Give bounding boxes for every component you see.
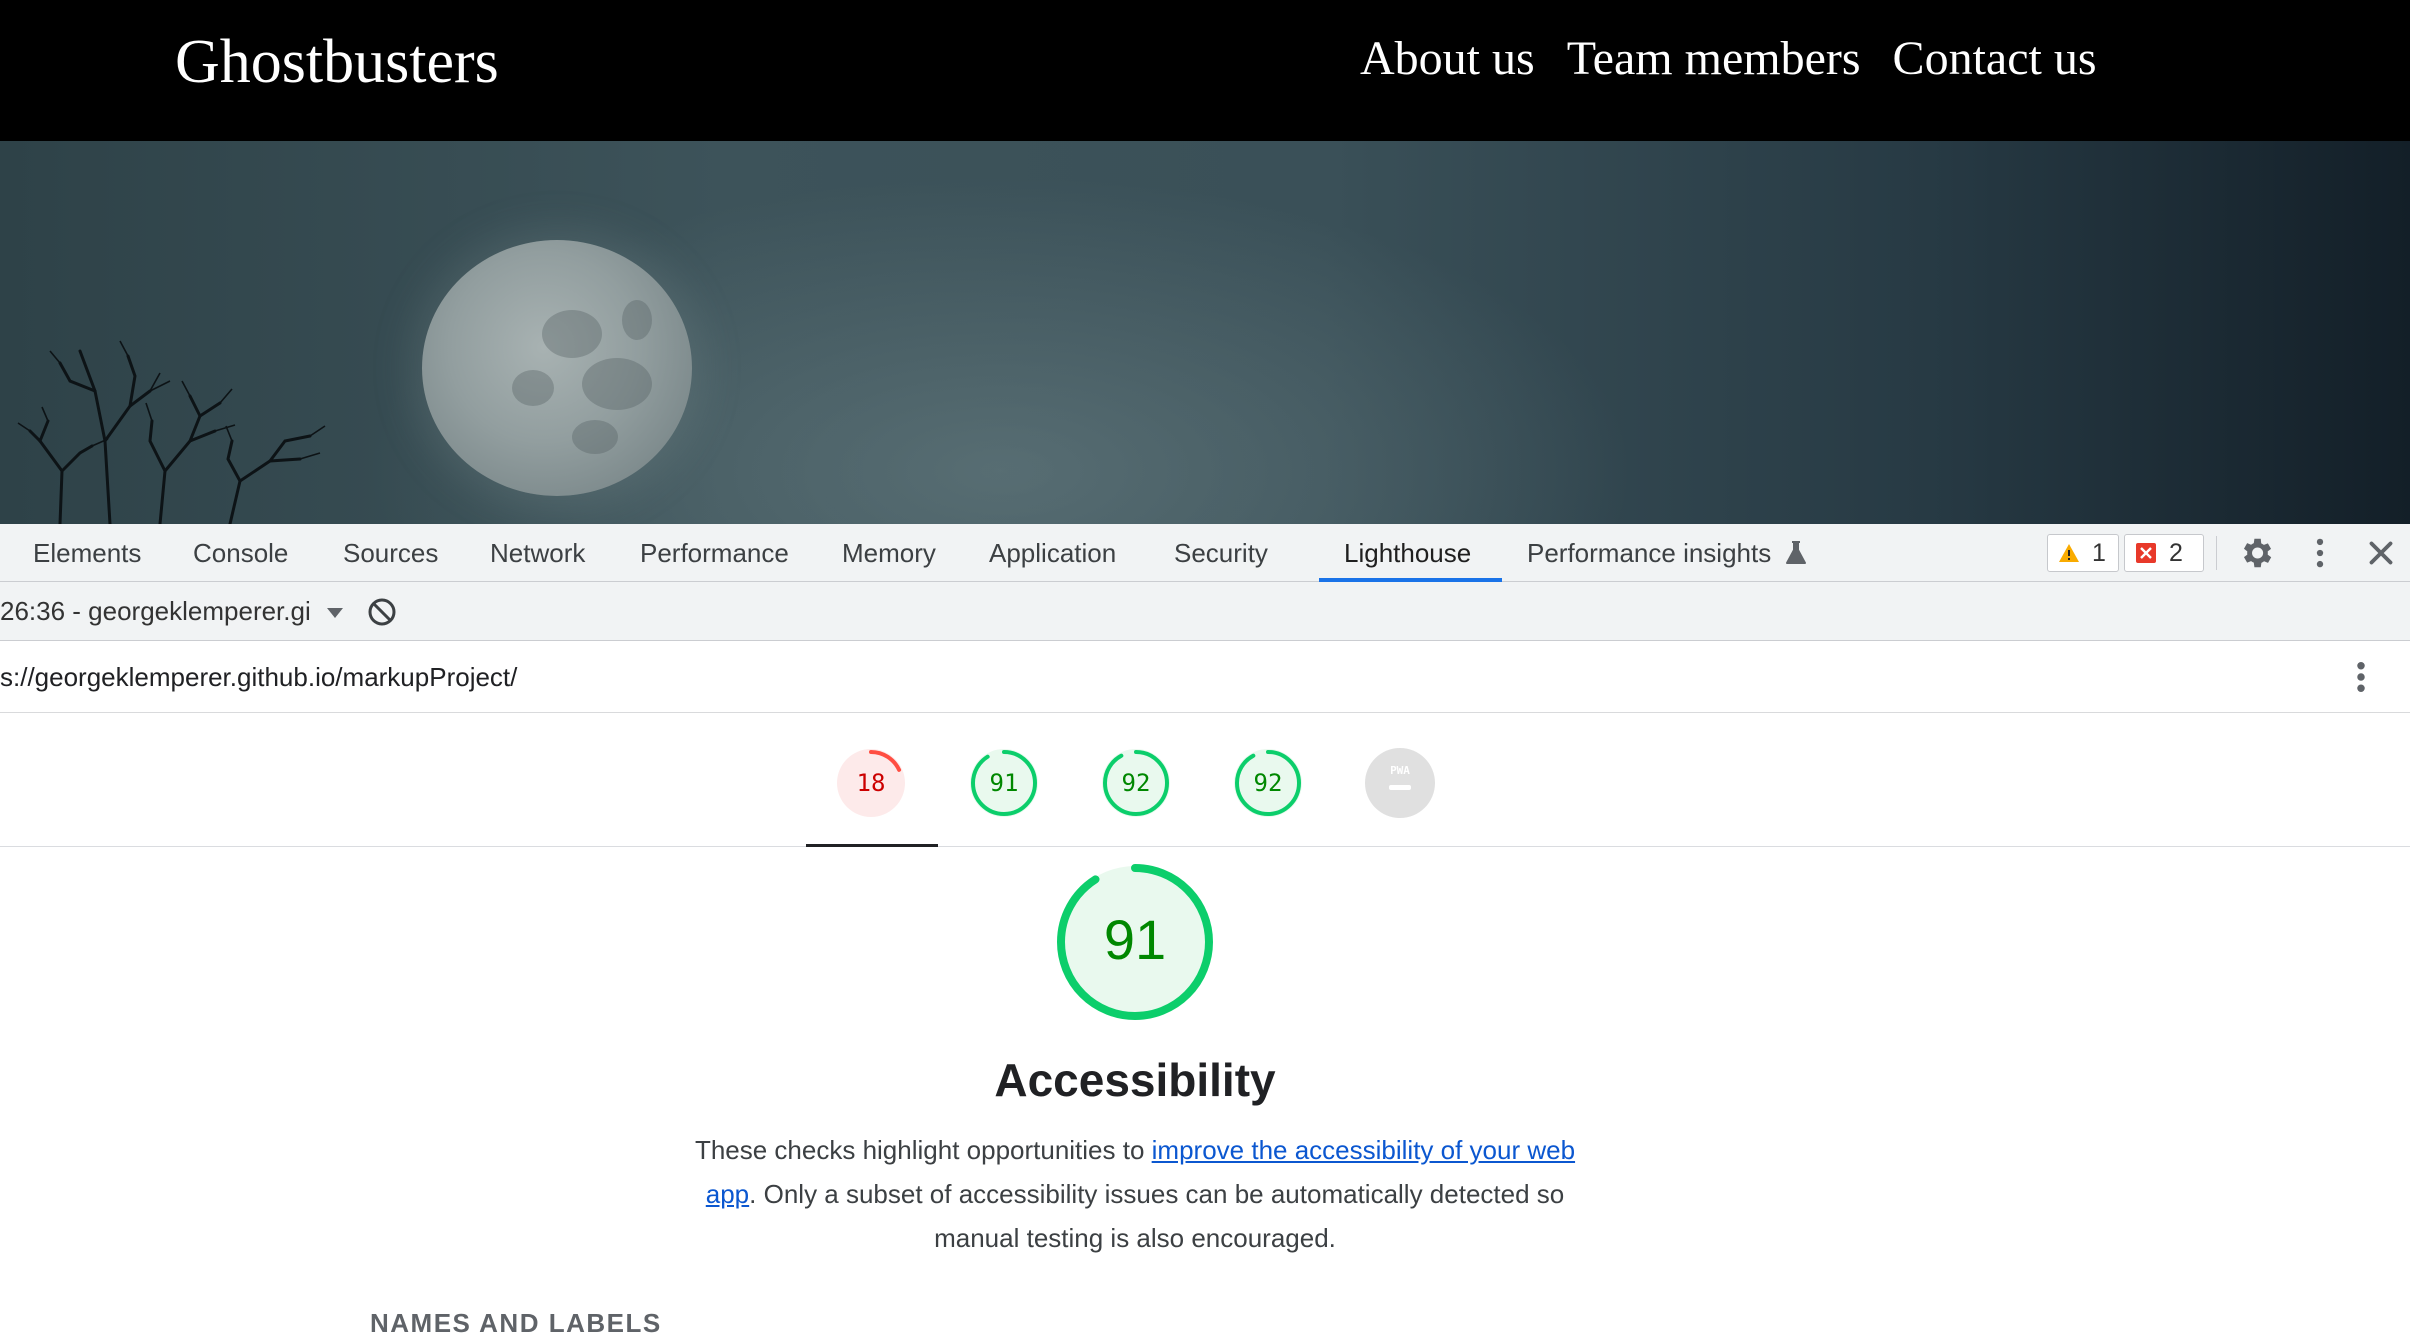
tab-console[interactable]: Console bbox=[193, 524, 288, 582]
caret-down-icon bbox=[326, 608, 343, 619]
site-nav: About us Team members Contact us bbox=[1360, 24, 2097, 94]
score-gauge-best-practices[interactable]: 92 bbox=[1100, 747, 1172, 819]
errors-count: 2 bbox=[2169, 539, 2183, 567]
error-icon bbox=[2136, 543, 2156, 563]
description-text-before: These checks highlight opportunities to bbox=[694, 1135, 1152, 1165]
category-description: These checks highlight opportunities to … bbox=[690, 1128, 1580, 1260]
pwa-dash-icon bbox=[1389, 785, 1411, 790]
site-logo[interactable]: Ghostbusters bbox=[175, 20, 499, 104]
toolbar-divider bbox=[2216, 536, 2217, 570]
moon-image bbox=[422, 240, 692, 496]
tab-lighthouse[interactable]: Lighthouse bbox=[1344, 524, 1471, 582]
tab-memory[interactable]: Memory bbox=[842, 524, 936, 582]
section-heading-names-and-labels: NAMES AND LABELS bbox=[370, 1308, 662, 1338]
score-gauge-performance[interactable]: 18 bbox=[835, 747, 907, 819]
hero-banner-image bbox=[0, 141, 2410, 524]
pwa-label: PWA bbox=[1390, 764, 1410, 777]
report-url-bar: s://georgeklemperer.github.io/markupProj… bbox=[0, 641, 2410, 713]
description-text-after: . Only a subset of accessibility issues … bbox=[749, 1179, 1565, 1253]
more-options-icon[interactable] bbox=[2301, 534, 2339, 572]
warnings-badge[interactable]: 1 bbox=[2047, 534, 2119, 572]
nav-contact-us[interactable]: Contact us bbox=[1893, 24, 2097, 94]
category-title: Accessibility bbox=[994, 1054, 1276, 1106]
tree-silhouette bbox=[17, 340, 326, 524]
selected-score-indicator bbox=[806, 844, 938, 847]
nav-about-us[interactable]: About us bbox=[1360, 24, 1535, 94]
clear-reports-icon[interactable] bbox=[367, 597, 397, 627]
tab-security[interactable]: Security bbox=[1174, 524, 1268, 582]
tab-network[interactable]: Network bbox=[490, 524, 585, 582]
report-menu-icon[interactable] bbox=[2346, 657, 2376, 697]
score-value-seo: 92 bbox=[1254, 769, 1283, 797]
main-score-gauge: 91 bbox=[1057, 864, 1213, 1020]
warnings-count: 1 bbox=[2092, 539, 2106, 567]
settings-gear-icon[interactable] bbox=[2237, 534, 2275, 572]
nav-team-members[interactable]: Team members bbox=[1567, 24, 1861, 94]
main-score-value: 91 bbox=[1104, 908, 1166, 971]
tab-elements[interactable]: Elements bbox=[33, 524, 141, 582]
close-devtools-icon[interactable] bbox=[2362, 534, 2400, 572]
score-gauges-row: 18 91 92 92 PWA bbox=[0, 713, 2410, 847]
score-gauge-pwa[interactable]: PWA bbox=[1364, 747, 1436, 819]
score-value-best-practices: 92 bbox=[1122, 769, 1151, 797]
tab-application[interactable]: Application bbox=[989, 524, 1116, 582]
warning-icon bbox=[2059, 544, 2079, 562]
report-url[interactable]: s://georgeklemperer.github.io/markupProj… bbox=[0, 641, 517, 713]
site-header: Ghostbusters About us Team members Conta… bbox=[0, 0, 2410, 141]
lighthouse-report-toolbar: 26:36 - georgeklemperer.gi bbox=[0, 582, 2410, 641]
report-select-dropdown[interactable]: 26:36 - georgeklemperer.gi bbox=[0, 582, 344, 641]
tab-performance-insights[interactable]: Performance insights bbox=[1527, 524, 1771, 582]
flask-icon bbox=[1786, 541, 1806, 564]
score-value-accessibility: 91 bbox=[990, 769, 1019, 797]
devtools-tab-bar: Elements Console Sources Network Perform… bbox=[0, 524, 2410, 582]
errors-badge[interactable]: 2 bbox=[2124, 534, 2204, 572]
score-gauge-accessibility[interactable]: 91 bbox=[968, 747, 1040, 819]
tab-performance[interactable]: Performance bbox=[640, 524, 789, 582]
report-select-label: 26:36 - georgeklemperer.gi bbox=[0, 596, 311, 626]
score-gauge-seo[interactable]: 92 bbox=[1232, 747, 1304, 819]
tab-sources[interactable]: Sources bbox=[343, 524, 438, 582]
score-value-performance: 18 bbox=[857, 769, 886, 797]
